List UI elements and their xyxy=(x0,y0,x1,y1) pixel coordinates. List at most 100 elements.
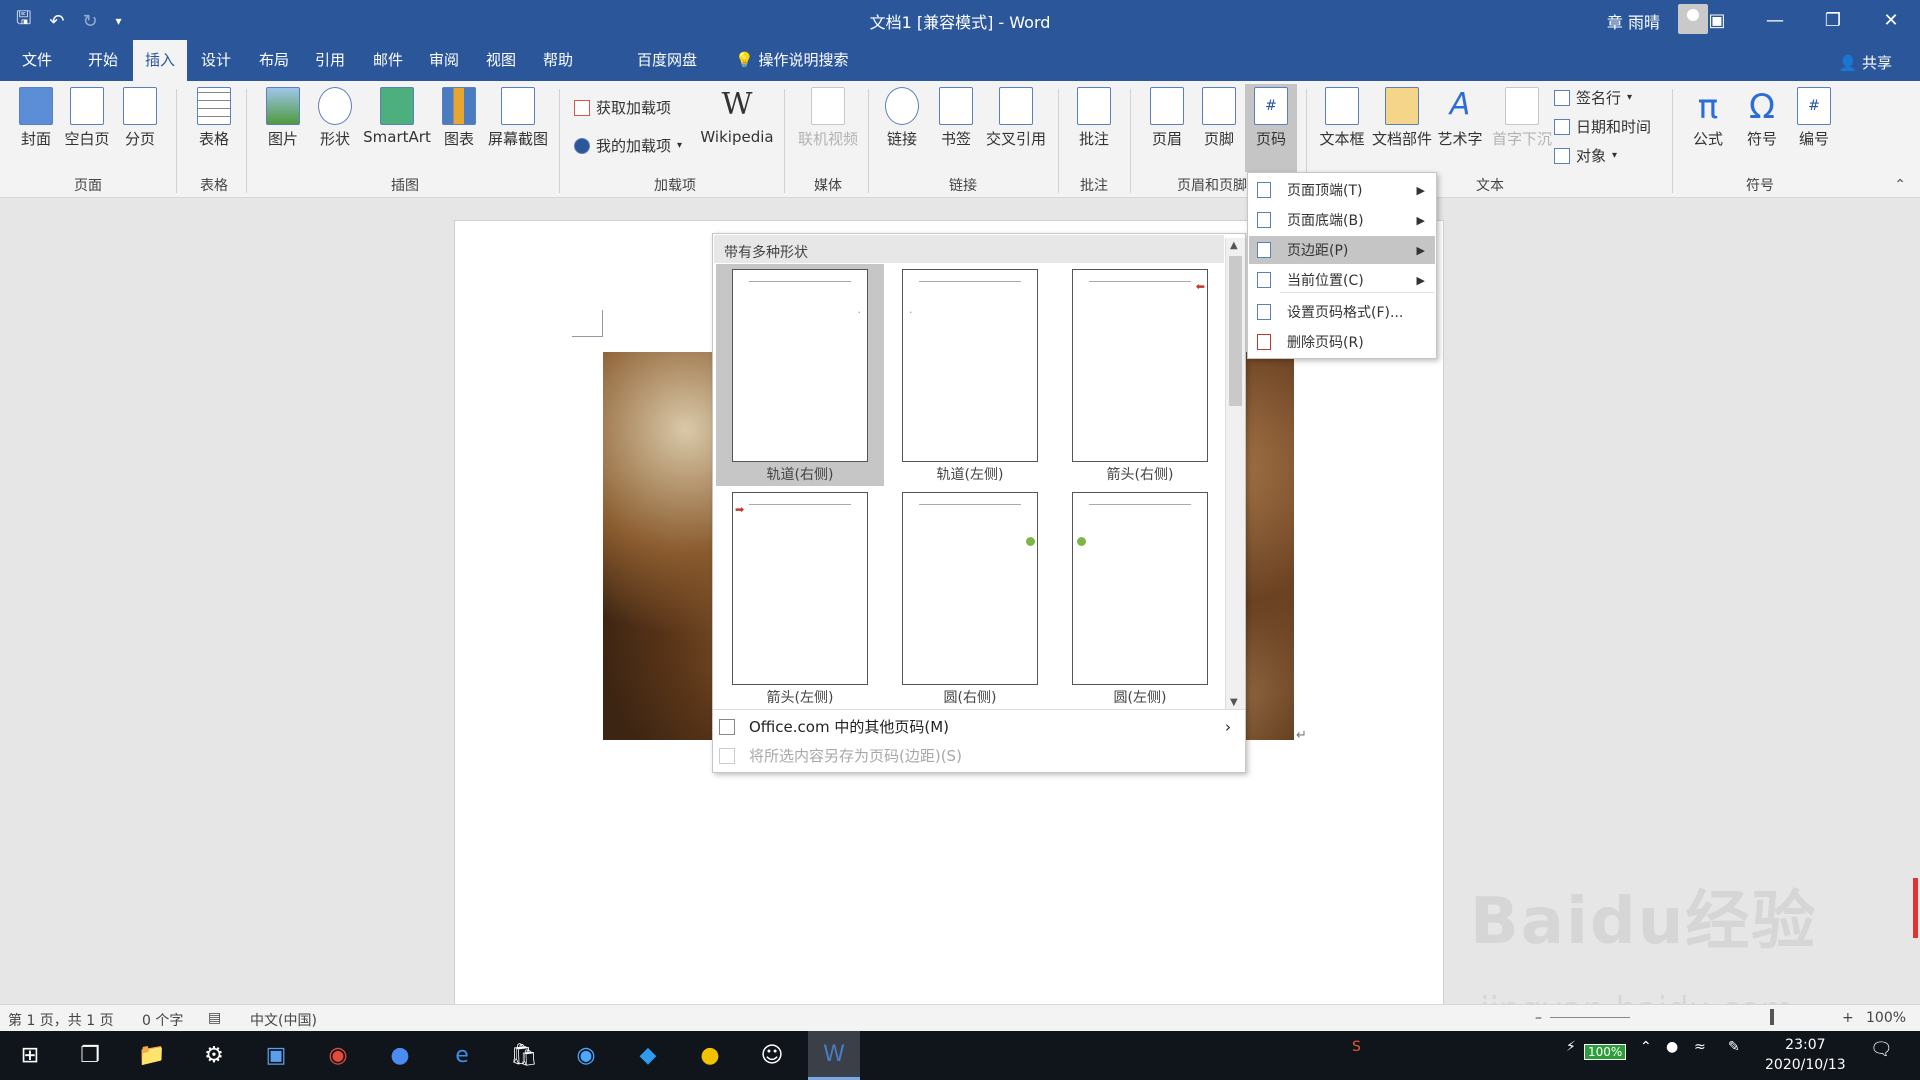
chrome-icon[interactable]: ◉ xyxy=(312,1031,364,1080)
notification-icon[interactable]: 🗨 xyxy=(1870,1039,1893,1060)
menu-item-page-margins[interactable]: 页边距(P) ▶ xyxy=(1249,236,1435,264)
wifi-icon[interactable]: ≈ xyxy=(1694,1039,1706,1055)
redo-icon[interactable]: ↻ xyxy=(82,11,97,32)
collapse-ribbon-icon[interactable]: ⌃ xyxy=(1894,177,1906,193)
power-icon[interactable]: ⚡ xyxy=(1566,1039,1576,1055)
cartoon-app-icon[interactable]: ☺ xyxy=(746,1031,798,1080)
page-break-button[interactable]: 分页 xyxy=(118,87,162,149)
zoom-level[interactable]: 100% xyxy=(1866,1010,1906,1026)
tab-design[interactable]: 设计 xyxy=(189,40,243,81)
save-icon[interactable]: 🖫 xyxy=(16,6,31,36)
comment-button[interactable]: 批注 xyxy=(1072,87,1116,149)
menu-item-bottom-of-page[interactable]: 页面底端(B) ▶ xyxy=(1249,206,1435,234)
minimize-button[interactable]: — xyxy=(1746,0,1804,40)
gallery-item[interactable]: · 轨道(左侧) xyxy=(886,264,1054,486)
file-explorer-icon[interactable]: 📁 xyxy=(126,1031,178,1080)
table-button[interactable]: 表格 xyxy=(192,87,236,149)
battery-indicator[interactable]: 100% xyxy=(1584,1044,1627,1060)
search-app-icon[interactable]: ◉ xyxy=(560,1031,612,1080)
menu-item-remove-page-numbers[interactable]: 删除页码(R) xyxy=(1249,328,1435,356)
scroll-up-icon[interactable]: ▲ xyxy=(1230,240,1238,251)
share-button[interactable]: 👤 共享 xyxy=(1839,52,1892,73)
page-count[interactable]: 第 1 页，共 1 页 xyxy=(8,1010,114,1030)
undo-icon[interactable]: ↶ xyxy=(49,11,64,32)
tab-layout[interactable]: 布局 xyxy=(247,40,301,81)
scrollbar-thumb[interactable] xyxy=(1229,256,1242,406)
close-button[interactable]: ✕ xyxy=(1862,0,1920,40)
store-icon[interactable]: 🛍 xyxy=(498,1031,550,1080)
pen-icon[interactable]: ✎ xyxy=(1728,1039,1740,1055)
link-button[interactable]: 链接 xyxy=(882,87,922,149)
gallery-item[interactable]: ➡ 箭头(左侧) xyxy=(716,487,884,709)
page-number-button[interactable]: # 页码 xyxy=(1245,84,1297,172)
tab-mailings[interactable]: 邮件 xyxy=(361,40,415,81)
sogou-icon[interactable]: S xyxy=(1352,1039,1361,1055)
task-view-icon[interactable]: ❐ xyxy=(64,1031,116,1080)
gallery-item[interactable]: ⬅ 箭头(右侧) xyxy=(1056,264,1224,486)
tab-insert[interactable]: 插入 xyxy=(133,40,188,81)
save-selection-item[interactable]: 将所选内容另存为页码(边距)(S) xyxy=(719,745,1239,766)
my-addins-button[interactable]: 我的加载项 ▾ xyxy=(574,135,682,156)
shapes-button[interactable]: 形状 xyxy=(314,87,356,149)
tab-references[interactable]: 引用 xyxy=(303,40,357,81)
symbol-button[interactable]: Ω 符号 xyxy=(1740,87,1784,149)
object-button[interactable]: 对象 ▾ xyxy=(1554,145,1617,166)
more-page-numbers-item[interactable]: Office.com 中的其他页码(M) › xyxy=(719,716,1239,737)
quick-parts-button[interactable]: 文档部件 xyxy=(1370,87,1434,149)
tell-me-search[interactable]: 💡 操作说明搜索 xyxy=(723,40,860,81)
menu-item-current-position[interactable]: 当前位置(C) ▶ xyxy=(1249,266,1435,294)
tab-baidu-netdisk[interactable]: 百度网盘 xyxy=(625,40,709,81)
ribbon-display-icon[interactable]: ▣ xyxy=(1688,0,1746,40)
numbering-button[interactable]: # 编号 xyxy=(1792,87,1836,149)
scroll-down-icon[interactable]: ▼ xyxy=(1230,697,1238,708)
app-l-icon[interactable]: ● xyxy=(374,1031,426,1080)
cover-page-button[interactable]: 封面 xyxy=(16,87,56,149)
start-icon[interactable]: ⊞ xyxy=(4,1031,56,1080)
zoom-slider-thumb[interactable] xyxy=(1770,1009,1774,1025)
pictures-button[interactable]: 图片 xyxy=(262,87,304,149)
qq-icon[interactable]: ● xyxy=(1666,1039,1678,1055)
tab-review[interactable]: 审阅 xyxy=(417,40,471,81)
tab-home[interactable]: 开始 xyxy=(76,40,130,81)
wordart-button[interactable]: A 艺术字 xyxy=(1436,87,1484,149)
menu-item-format-page-numbers[interactable]: 设置页码格式(F)... xyxy=(1249,298,1435,326)
screenshot-button[interactable]: 屏幕截图 xyxy=(486,87,550,149)
word-count[interactable]: 0 个字 xyxy=(142,1010,183,1030)
customize-qat-icon[interactable]: ▾ xyxy=(116,14,122,28)
cloud-app-icon[interactable]: ● xyxy=(684,1031,736,1080)
text-box-button[interactable]: 文本框 xyxy=(1318,87,1366,149)
system-clock[interactable]: 23:07 2020/10/13 xyxy=(1765,1035,1846,1075)
equation-button[interactable]: π 公式 xyxy=(1686,87,1730,149)
gallery-scrollbar[interactable]: ▲ ▼ xyxy=(1225,238,1245,710)
blank-page-button[interactable]: 空白页 xyxy=(62,87,112,149)
photos-icon[interactable]: ▣ xyxy=(250,1031,302,1080)
feishu-icon[interactable]: ◆ xyxy=(622,1031,674,1080)
gallery-item[interactable]: 圆(右侧) xyxy=(886,487,1054,709)
get-addins-button[interactable]: 获取加载项 xyxy=(574,97,671,118)
settings-icon[interactable]: ⚙ xyxy=(188,1031,240,1080)
signature-line-button[interactable]: 签名行 ▾ xyxy=(1554,87,1632,108)
drop-cap-button[interactable]: 首字下沉 xyxy=(1490,87,1554,149)
show-hidden-icon[interactable]: ⌃ xyxy=(1640,1039,1652,1055)
edge-icon[interactable]: e xyxy=(436,1031,488,1080)
footer-button[interactable]: 页脚 xyxy=(1198,87,1240,149)
tab-help[interactable]: 帮助 xyxy=(531,40,585,81)
language[interactable]: 中文(中国) xyxy=(250,1010,317,1030)
tab-file[interactable]: 文件 xyxy=(10,40,64,81)
wikipedia-button[interactable]: W Wikipedia xyxy=(698,87,776,146)
zoom-in-icon[interactable]: + xyxy=(1842,1010,1854,1026)
gallery-item[interactable]: 圆(左侧) xyxy=(1056,487,1224,709)
smartart-button[interactable]: SmartArt xyxy=(362,87,432,146)
user-name[interactable]: 章 雨晴 xyxy=(1607,9,1660,33)
menu-item-top-of-page[interactable]: 页面顶端(T) ▶ xyxy=(1249,176,1435,204)
chart-button[interactable]: 图表 xyxy=(440,87,478,149)
header-button[interactable]: 页眉 xyxy=(1146,87,1188,149)
online-video-button[interactable]: 联机视频 xyxy=(794,87,862,149)
zoom-slider[interactable] xyxy=(1550,1017,1630,1018)
word-icon[interactable]: W xyxy=(808,1031,860,1080)
gallery-item[interactable]: · 轨道(右侧) xyxy=(716,264,884,486)
cross-reference-button[interactable]: 交叉引用 xyxy=(984,87,1048,149)
proofing-icon[interactable]: ▤ xyxy=(208,1010,221,1026)
zoom-out-icon[interactable]: – xyxy=(1535,1010,1542,1026)
restore-button[interactable]: ❐ xyxy=(1804,0,1862,40)
